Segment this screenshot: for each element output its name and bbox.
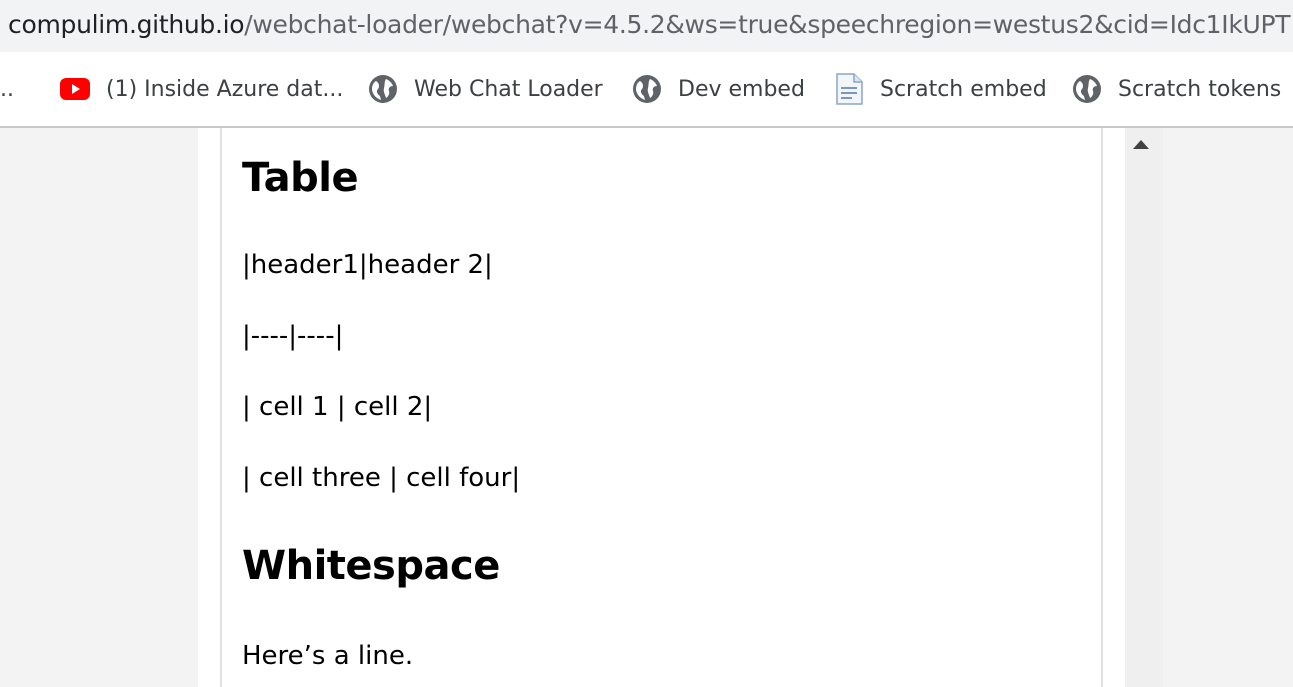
url-path: /webchat-loader/webchat?v=4.5.2&ws=true&…	[244, 10, 1291, 39]
url-text[interactable]: compulim.github.io/webchat-loader/webcha…	[8, 8, 1291, 42]
bookmark-web-chat-loader[interactable]: Web Chat Loader	[368, 70, 603, 108]
globe-icon	[1072, 74, 1102, 104]
bookmark-label: (1) Inside Azure dat...	[106, 76, 344, 102]
bookmark-overflow[interactable]: ..	[0, 70, 14, 108]
globe-icon	[632, 74, 662, 104]
bot-message-bubble: Table |header1|header 2| |----|----| | c…	[220, 128, 1103, 687]
message-line: Here’s a line.	[242, 641, 414, 671]
page-content: Table |header1|header 2| |----|----| | c…	[0, 128, 1293, 687]
bookmark-scratch-tokens[interactable]: Scratch tokens	[1072, 70, 1281, 108]
bookmarks-bar: .. (1) Inside Azure dat... Web Chat Load…	[0, 52, 1293, 128]
bookmark-dev-embed[interactable]: Dev embed	[632, 70, 805, 108]
message-line: | cell three | cell four|	[242, 463, 521, 493]
bookmark-youtube[interactable]: (1) Inside Azure dat...	[60, 70, 343, 108]
message-line: |header1|header 2|	[242, 250, 493, 280]
globe-icon	[368, 74, 398, 104]
youtube-icon	[60, 74, 90, 104]
bookmark-label: Web Chat Loader	[414, 76, 603, 102]
bookmark-label: Scratch tokens	[1118, 76, 1282, 102]
heading-table: Table	[242, 155, 359, 201]
bookmark-label: Scratch embed	[880, 76, 1047, 102]
message-line: |----|----|	[242, 321, 344, 351]
address-bar[interactable]: compulim.github.io/webchat-loader/webcha…	[0, 0, 1293, 52]
document-icon	[834, 73, 864, 105]
heading-whitespace: Whitespace	[242, 543, 500, 589]
url-host: compulim.github.io	[8, 10, 245, 39]
scroll-up-arrow-icon[interactable]	[1133, 140, 1149, 149]
message-line: | cell 1 | cell 2|	[242, 392, 433, 422]
transcript-scrollbar[interactable]	[1125, 128, 1163, 687]
bookmark-label: Dev embed	[678, 76, 805, 102]
bookmark-scratch-embed[interactable]: Scratch embed	[834, 70, 1047, 108]
